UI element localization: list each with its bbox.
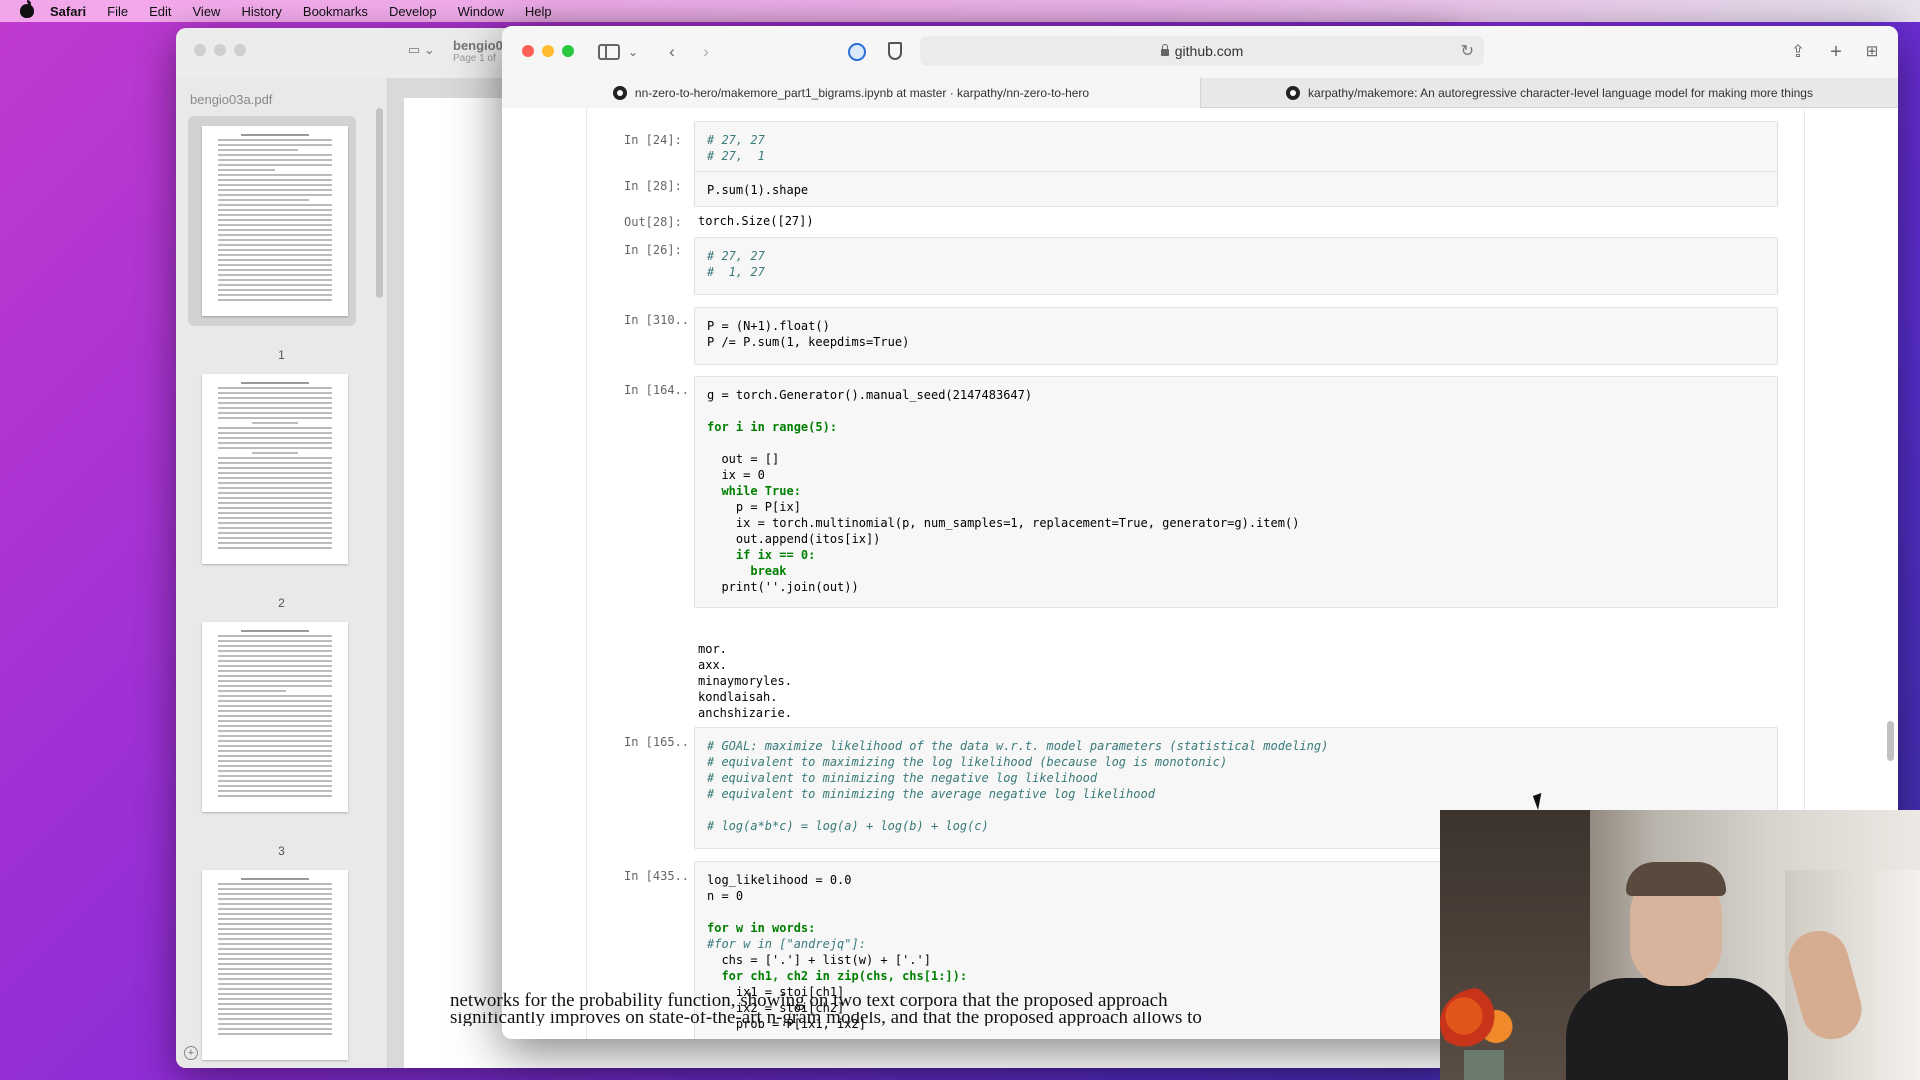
menu-app-safari[interactable]: Safari bbox=[50, 4, 86, 19]
page-thumbnail-4[interactable] bbox=[188, 860, 356, 1068]
shield-icon[interactable] bbox=[888, 42, 902, 60]
cell-output: mor. axx. minaymoryles. kondlaisah. anch… bbox=[698, 642, 792, 720]
code-cell[interactable]: P = (N+1).float() P /= P.sum(1, keepdims… bbox=[694, 307, 1778, 365]
page-thumbnail-image bbox=[202, 126, 348, 316]
apple-icon[interactable] bbox=[20, 0, 34, 18]
page-thumbnail-1[interactable] bbox=[188, 116, 356, 326]
menu-bookmarks[interactable]: Bookmarks bbox=[303, 4, 368, 19]
presenter-body bbox=[1566, 978, 1788, 1080]
presenter-hair bbox=[1626, 862, 1726, 896]
menu-view[interactable]: View bbox=[193, 4, 221, 19]
menu-help[interactable]: Help bbox=[525, 4, 552, 19]
preview-close-button[interactable] bbox=[194, 44, 206, 56]
password-icon[interactable] bbox=[848, 43, 866, 61]
tab-notebook[interactable]: nn-zero-to-hero/makemore_part1_bigrams.i… bbox=[502, 78, 1200, 108]
webcam-overlay bbox=[1440, 810, 1920, 1080]
code-cell[interactable]: # 27, 27 # 1, 27 bbox=[694, 237, 1778, 295]
flowers bbox=[1440, 988, 1520, 1058]
cell-prompt: In [26]: bbox=[624, 243, 682, 257]
code-block: P = (N+1).float() P /= P.sum(1, keepdims… bbox=[707, 319, 910, 349]
cell-prompt: In [28]: bbox=[624, 179, 682, 193]
safari-minimize-button[interactable] bbox=[542, 45, 554, 57]
tab-makemore[interactable]: karpathy/makemore: An autoregressive cha… bbox=[1200, 78, 1898, 108]
notebook-left-border bbox=[586, 109, 587, 1039]
thumbnail-filename: bengio03a.pdf bbox=[190, 92, 273, 107]
share-icon[interactable]: ⇪ bbox=[1788, 40, 1808, 64]
code-block: g = torch.Generator().manual_seed(214748… bbox=[707, 388, 1300, 594]
cell-prompt: In [165... bbox=[624, 735, 690, 749]
safari-zoom-button[interactable] bbox=[562, 45, 574, 57]
tab-bar: nn-zero-to-hero/makemore_part1_bigrams.i… bbox=[502, 78, 1898, 108]
code-cell[interactable]: P.sum(1).shape bbox=[694, 171, 1778, 207]
github-icon bbox=[1286, 86, 1301, 100]
menu-develop[interactable]: Develop bbox=[389, 4, 437, 19]
page-thumbnail-image bbox=[202, 622, 348, 812]
menu-history[interactable]: History bbox=[241, 4, 281, 19]
back-icon[interactable]: ‹ bbox=[660, 40, 684, 64]
safari-toolbar: ⌄ ‹ › github.com ↻ ⇪ + ⊞ bbox=[502, 26, 1898, 78]
code-block: # 27, 27 # 1, 27 bbox=[707, 249, 765, 279]
code-block: P.sum(1).shape bbox=[707, 183, 809, 197]
cell-prompt: In [310... bbox=[624, 313, 690, 327]
pdf-visible-text-cut: significantly improves on state-of-the-a… bbox=[450, 1012, 1202, 1026]
cell-prompt: In [435... bbox=[624, 869, 690, 883]
new-tab-icon[interactable]: + bbox=[1826, 40, 1846, 64]
page-number-3: 3 bbox=[278, 844, 285, 858]
preview-window-controls bbox=[194, 44, 246, 56]
safari-close-button[interactable] bbox=[522, 45, 534, 57]
lock-icon bbox=[1160, 43, 1169, 56]
preview-minimize-button[interactable] bbox=[214, 44, 226, 56]
pdf-visible-text: networks for the probability function, s… bbox=[450, 990, 1168, 1011]
thumbnail-scrollbar[interactable] bbox=[376, 108, 383, 298]
add-page-icon[interactable]: + bbox=[184, 1046, 198, 1060]
preview-sidebar-toggle[interactable]: ▭ ⌄ bbox=[408, 42, 442, 60]
menu-file[interactable]: File bbox=[107, 4, 128, 19]
cell-prompt: In [24]: bbox=[624, 133, 682, 147]
github-icon bbox=[612, 86, 627, 100]
menu-edit[interactable]: Edit bbox=[149, 4, 171, 19]
page-thumbnail-2[interactable] bbox=[188, 364, 356, 574]
address-text: github.com bbox=[1174, 43, 1244, 59]
forward-icon[interactable]: › bbox=[694, 40, 718, 64]
output-prompt: Out[28]: bbox=[624, 215, 682, 229]
preview-zoom-button[interactable] bbox=[234, 44, 246, 56]
reload-icon[interactable]: ↻ bbox=[1461, 41, 1474, 61]
tab-label: nn-zero-to-hero/makemore_part1_bigrams.i… bbox=[634, 86, 1090, 100]
page-thumbnail-image bbox=[202, 374, 348, 564]
cell-prompt: In [164... bbox=[624, 383, 690, 397]
code-block: # GOAL: maximize likelihood of the data … bbox=[707, 739, 1329, 833]
page-number-2: 2 bbox=[278, 596, 285, 610]
tab-overview-icon[interactable]: ⊞ bbox=[1862, 40, 1882, 64]
code-block: # 27, 27 # 27, 1 bbox=[707, 133, 765, 163]
safari-window-controls bbox=[522, 45, 574, 57]
tab-group-chevron-icon[interactable]: ⌄ bbox=[626, 40, 640, 64]
menu-bar: Safari File Edit View History Bookmarks … bbox=[0, 0, 1920, 22]
code-cell[interactable]: g = torch.Generator().manual_seed(214748… bbox=[694, 376, 1778, 608]
page-thumbnail-3[interactable] bbox=[188, 612, 356, 822]
page-number-1: 1 bbox=[278, 348, 285, 362]
menu-window[interactable]: Window bbox=[458, 4, 504, 19]
page-thumbnail-image bbox=[202, 870, 348, 1060]
preview-thumbnail-sidebar: bengio03a.pdf 1 2 3 + bbox=[176, 78, 388, 1068]
cell-output: torch.Size([27]) bbox=[698, 214, 814, 228]
sidebar-icon[interactable] bbox=[598, 44, 620, 60]
tab-label: karpathy/makemore: An autoregressive cha… bbox=[1308, 86, 1813, 100]
address-bar[interactable]: github.com ↻ bbox=[920, 36, 1484, 66]
page-scrollbar[interactable] bbox=[1887, 721, 1894, 761]
